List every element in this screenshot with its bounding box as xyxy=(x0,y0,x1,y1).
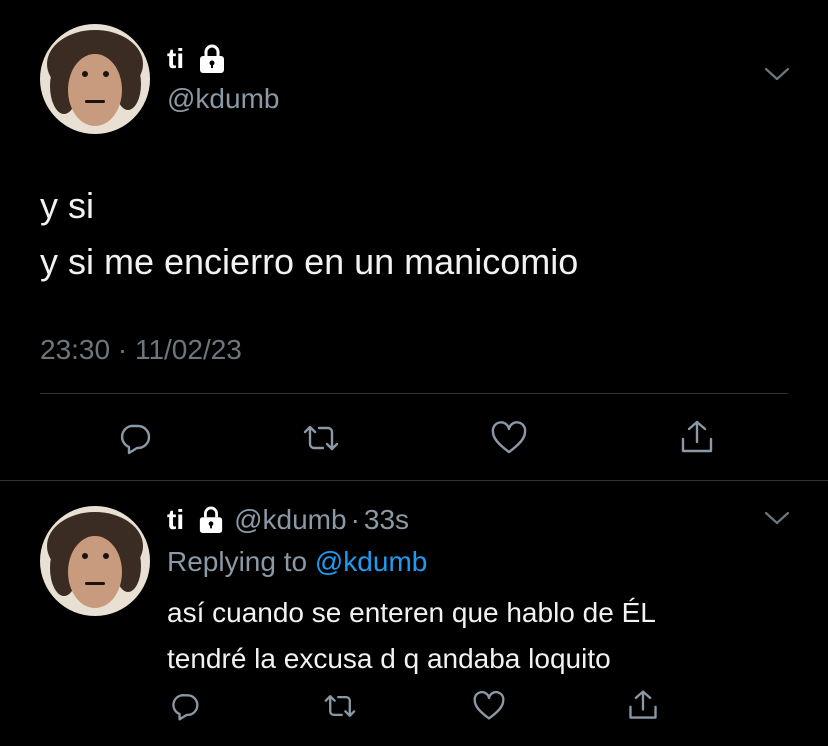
replying-to: Replying to @kdumb xyxy=(167,544,427,580)
tweet-text-line: y si me encierro en un manicomio xyxy=(40,241,579,282)
comment-icon xyxy=(168,690,200,722)
share-button[interactable] xyxy=(626,688,660,722)
share-icon xyxy=(678,418,716,456)
comment-icon xyxy=(116,420,152,456)
timestamp[interactable]: 23:30 · 11/02/23 xyxy=(40,332,242,368)
share-button[interactable] xyxy=(678,418,716,456)
reply-header: ti @kdumb · 33s xyxy=(167,502,409,538)
retweet-button[interactable] xyxy=(301,420,341,456)
avatar-image xyxy=(40,506,150,616)
reply-button[interactable] xyxy=(116,420,152,456)
chevron-down-icon[interactable] xyxy=(764,66,790,82)
share-icon xyxy=(626,688,660,722)
like-button[interactable] xyxy=(472,690,506,722)
avatar-image xyxy=(40,24,150,134)
avatar[interactable] xyxy=(40,24,150,134)
display-name[interactable]: ti xyxy=(167,502,184,538)
heart-icon xyxy=(472,690,506,722)
display-name-row: ti xyxy=(167,42,226,76)
tweet-text-line: y si xyxy=(40,185,94,226)
chevron-down-icon[interactable] xyxy=(764,510,790,526)
like-button[interactable] xyxy=(490,420,528,456)
retweet-icon xyxy=(301,420,341,456)
reply-avatar[interactable] xyxy=(40,506,150,616)
display-name[interactable]: ti xyxy=(167,42,184,76)
retweet-button[interactable] xyxy=(322,690,358,722)
reply-text-line: así cuando se enteren que hablo de ÉL xyxy=(167,597,656,628)
reply-text-line: tendré la excusa d q andaba loquito xyxy=(167,643,611,674)
mention-link[interactable]: @kdumb xyxy=(315,546,427,577)
tweet-text: y si y si me encierro en un manicomio xyxy=(40,178,578,290)
separator-dot: · xyxy=(350,504,360,535)
reply-button[interactable] xyxy=(168,690,200,722)
time-ago[interactable]: 33s xyxy=(364,502,409,538)
lock-icon xyxy=(198,506,224,534)
reply-text: así cuando se enteren que hablo de ÉL te… xyxy=(167,590,656,682)
handle[interactable]: @kdumb xyxy=(167,82,279,116)
heart-icon xyxy=(490,420,528,456)
handle[interactable]: @kdumb xyxy=(234,502,346,538)
divider xyxy=(40,393,788,394)
retweet-icon xyxy=(322,690,358,722)
divider xyxy=(0,480,828,481)
lock-icon xyxy=(198,44,226,74)
replying-to-label: Replying to xyxy=(167,546,308,577)
tweet-thread: ti @kdumb y si y si me encierro en un ma… xyxy=(0,0,828,746)
